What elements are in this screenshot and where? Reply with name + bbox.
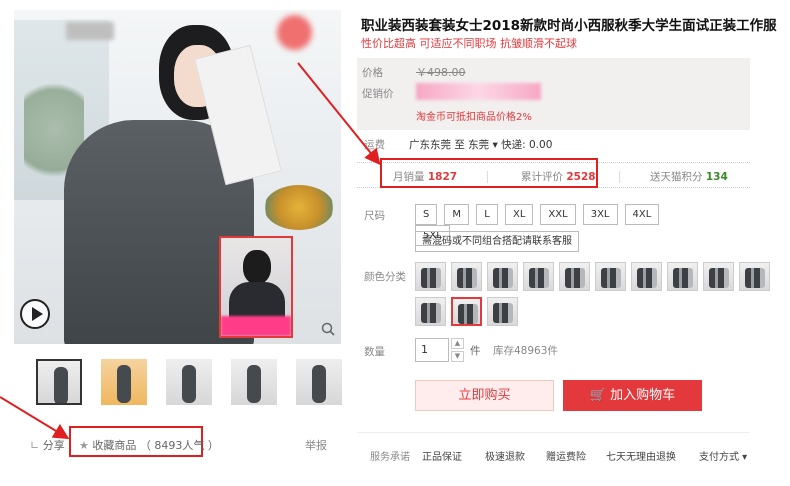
shipping-destination[interactable]: 广东东莞 至 东莞 ▾ 快递: 0.00 [409,137,552,152]
color-swatch-4[interactable] [523,262,554,291]
report-link[interactable]: 举报 [305,437,327,453]
shipping-label: 运费 [364,139,385,151]
add-to-cart-label: 加入购物车 [610,388,676,403]
product-page: ∟ 分享 ★ 收藏商品 （ 8493人气 ） 举报 职业装西装套装女士2018新… [0,0,790,486]
add-to-cart-button[interactable]: 🛒 加入购物车 [563,380,702,411]
thumbnail-1[interactable] [36,359,82,405]
size-option-xl[interactable]: XL [505,204,534,225]
color-swatch-3[interactable] [487,262,518,291]
play-video-icon[interactable] [20,299,50,329]
service-label: 服务承诺 [370,452,410,463]
color-swatch-5[interactable] [559,262,590,291]
divider [357,432,750,433]
size-label: 尺码 [364,210,385,222]
color-label: 颜色分类 [364,271,406,283]
color-swatch-10[interactable] [739,262,770,291]
favorite-popularity: （ 8493人气 ） [139,439,219,452]
color-swatch-11[interactable] [415,297,446,326]
favorite-label: 收藏商品 [92,439,137,452]
payment-methods-dropdown[interactable]: 支付方式 ▾ [699,448,747,463]
stock-count: 库存48963件 [493,345,558,357]
service-item-authentic[interactable]: 正品保证 [422,448,462,463]
color-swatch-2[interactable] [451,262,482,291]
size-option-3xl[interactable]: 3XL [582,204,618,225]
product-subtitle: 性价比超高 可适应不同职场 抗皱顺滑不起球 [361,37,577,50]
share-icon: ∟ [30,439,40,452]
taojinbi-note: 淘金币可抵扣商品价格2% [416,112,532,123]
thumbnail-2[interactable] [101,359,147,405]
annotation-box-stats [380,158,598,188]
quantity-decrease-button[interactable]: ▼ [451,351,464,362]
color-swatch-9[interactable] [703,262,734,291]
video-preview-thumbnail[interactable] [219,236,293,338]
price-label: 价格 [362,67,383,79]
blurred-logo [66,22,114,40]
color-swatch-13[interactable] [487,297,518,326]
size-option-l[interactable]: L [476,204,498,225]
quantity-input[interactable]: 1 [415,338,449,362]
star-icon: ★ [79,439,89,452]
favorite-button[interactable]: ★ 收藏商品 （ 8493人气 ） [79,437,219,453]
size-option-xxl[interactable]: XXL [540,204,576,225]
zoom-icon[interactable] [321,322,335,336]
original-price: ￥498.00 [416,66,466,79]
tmall-points: 送天猫积分 134 [650,171,728,183]
color-swatch-7[interactable] [631,262,662,291]
thumbnail-3[interactable] [166,359,212,405]
color-swatch-8[interactable] [667,262,698,291]
blurred-promo-price [416,83,541,100]
service-item-shipping-insurance[interactable]: 赠运费险 [546,448,586,463]
color-swatch-12[interactable] [451,297,482,326]
blurred-badge [277,15,312,50]
size-option-4xl[interactable]: 4XL [624,204,660,225]
share-label: 分享 [42,439,65,452]
service-item-fast-refund[interactable]: 极速退款 [485,448,525,463]
color-swatch-6[interactable] [595,262,626,291]
size-option-s[interactable]: S [415,204,438,225]
buy-now-button[interactable]: 立即购买 [415,380,554,411]
quantity-unit: 件 [470,345,481,357]
size-option-m[interactable]: M [444,204,469,225]
thumbnail-strip [36,359,361,405]
quantity-label: 数量 [364,346,385,358]
thumbnail-5[interactable] [296,359,342,405]
thumbnail-4[interactable] [231,359,277,405]
cart-icon: 🛒 [589,388,607,403]
share-button[interactable]: ∟ 分享 [30,437,65,453]
size-mix-note-option[interactable]: 需混码或不同组合搭配请联系客服 [415,231,579,252]
quantity-increase-button[interactable]: ▲ [451,338,464,349]
service-item-seven-day-return[interactable]: 七天无理由退换 [606,448,676,463]
product-title: 职业装西装套装女士2018新款时尚小西服秋季大学生面试正装工作服 [361,18,777,34]
promo-price-label: 促销价 [362,88,394,100]
color-swatch-1[interactable] [415,262,446,291]
